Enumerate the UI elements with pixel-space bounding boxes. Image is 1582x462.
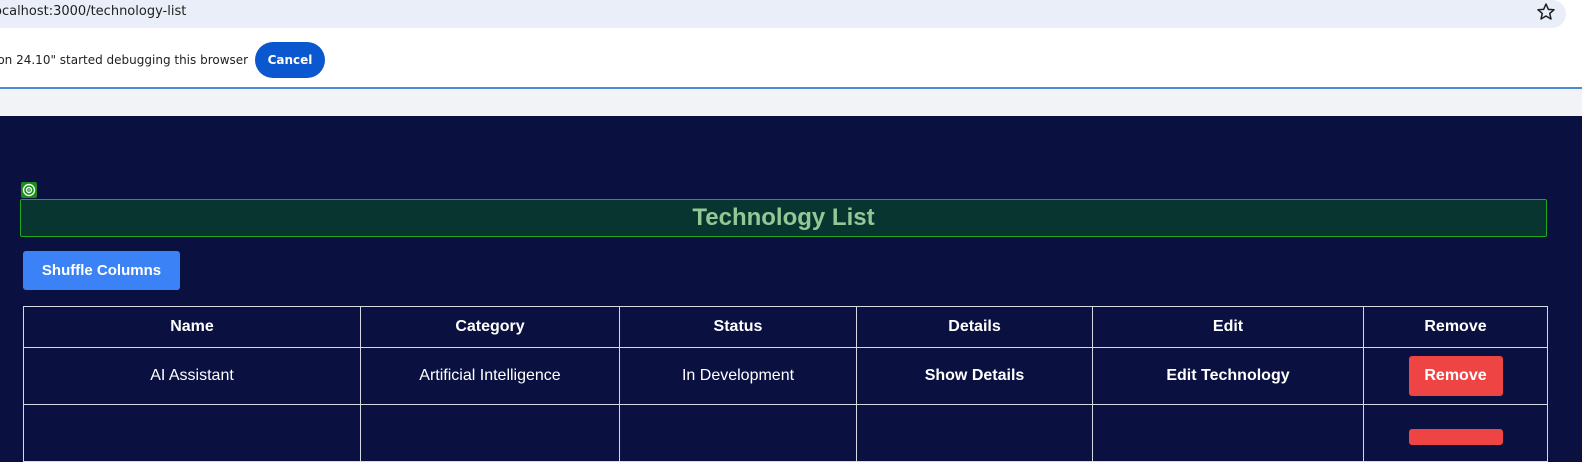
remove-button[interactable]: Remove — [1408, 356, 1503, 396]
page-content: Technology List Shuffle Columns Name Cat… — [0, 116, 1582, 462]
cell-name: AI Assistant — [23, 347, 361, 405]
column-header-edit: Edit — [1092, 306, 1364, 348]
table-header-row: Name Category Status Details Edit Remove — [23, 306, 1548, 348]
address-bar[interactable]: ocalhost:3000/technology-list — [0, 0, 1566, 28]
target-icon — [21, 182, 37, 198]
infobar-message: ion 24.10" started debugging this browse… — [0, 53, 249, 67]
debugging-infobar: ion 24.10" started debugging this browse… — [0, 34, 1582, 89]
page-title-container: Technology List — [20, 199, 1547, 237]
bookmark-star-icon[interactable] — [1536, 2, 1556, 22]
show-details-button[interactable]: Show Details — [925, 367, 1025, 384]
remove-button[interactable] — [1408, 429, 1503, 445]
column-header-category: Category — [360, 306, 620, 348]
infobar-spacer — [0, 89, 1582, 116]
cell-edit — [1092, 404, 1364, 462]
column-header-details: Details — [856, 306, 1093, 348]
edit-technology-button[interactable]: Edit Technology — [1166, 367, 1289, 384]
cell-details — [856, 404, 1093, 462]
column-header-status: Status — [619, 306, 857, 348]
cancel-button[interactable]: Cancel — [255, 42, 325, 78]
table-row — [23, 404, 1548, 462]
cell-status — [619, 404, 857, 462]
cell-remove: Remove — [1363, 347, 1548, 405]
column-header-name: Name — [23, 306, 361, 348]
column-header-remove: Remove — [1363, 306, 1548, 348]
address-bar-url[interactable]: ocalhost:3000/technology-list — [0, 4, 186, 19]
cell-details: Show Details — [856, 347, 1093, 405]
cell-status: In Development — [619, 347, 857, 405]
shuffle-columns-button[interactable]: Shuffle Columns — [23, 251, 180, 290]
page-title: Technology List — [692, 204, 875, 231]
table-row: AI Assistant Artificial Intelligence In … — [23, 347, 1548, 405]
cell-category: Artificial Intelligence — [360, 347, 620, 405]
browser-toolbar: ocalhost:3000/technology-list — [0, 0, 1582, 34]
technology-table: Name Category Status Details Edit Remove… — [23, 306, 1548, 462]
cell-name — [23, 404, 361, 462]
cell-category — [360, 404, 620, 462]
cell-edit: Edit Technology — [1092, 347, 1364, 405]
cell-remove — [1363, 404, 1548, 462]
